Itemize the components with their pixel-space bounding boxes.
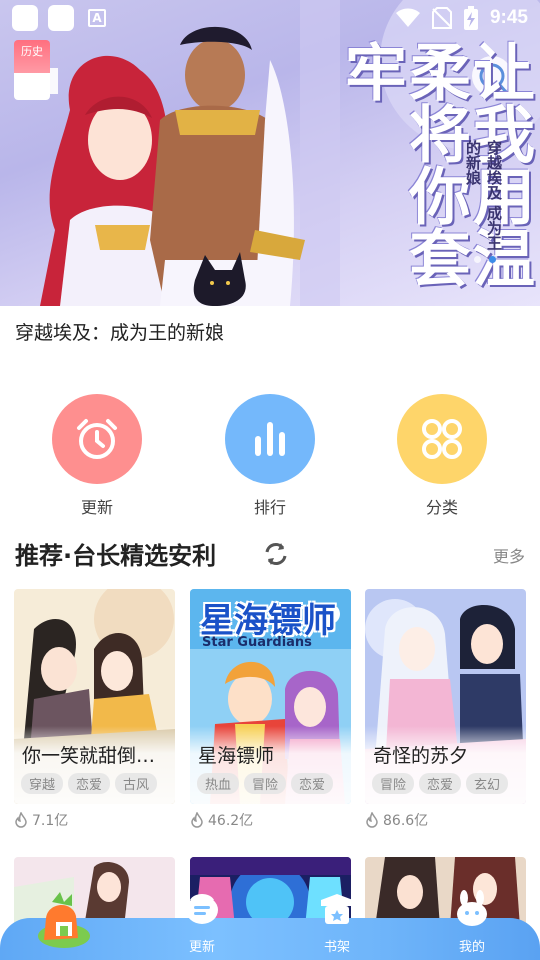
quick-item-label: 分类 [425, 498, 458, 517]
cover-subtitle-art: Star Guardians [202, 635, 312, 650]
battery-charging-icon [463, 6, 478, 30]
quick-item-ranking[interactable]: 排行 [220, 394, 320, 518]
bottom-navigation: 更新 书架 我的 [0, 890, 540, 960]
comic-card[interactable]: 星海镖师 Star Guardians 星海镖师 热血 冒险 恋爱 46.2亿 [190, 589, 351, 830]
carousel-indicator [474, 256, 496, 263]
genre-tag: 冒险 [244, 773, 287, 794]
grid-icon [397, 394, 487, 484]
heat-count: 86.6亿 [365, 810, 526, 830]
quick-item-category[interactable]: 分类 [392, 394, 492, 518]
carousel-dot [474, 256, 481, 263]
clock: 9:45 [489, 7, 528, 28]
status-bar: A 9:45 [0, 0, 540, 36]
carousel-dot-active [489, 256, 496, 263]
flame-icon [191, 812, 203, 828]
accessibility-icon: A [88, 9, 106, 27]
genre-tag: 玄幻 [466, 773, 509, 794]
heat-count: 46.2亿 [190, 810, 351, 830]
tag-list: 冒险 恋爱 玄幻 [372, 773, 509, 794]
more-link[interactable]: 更多 [493, 543, 525, 567]
comic-title: 星海镖师 [198, 745, 275, 767]
genre-tag: 穿越 [21, 773, 64, 794]
comic-cover: 奇怪的苏夕 冒险 恋爱 玄幻 [365, 589, 526, 804]
banner-caption[interactable]: 穿越埃及：成为王的新娘 [15, 318, 224, 345]
profile-icon [457, 890, 487, 926]
refresh-icon[interactable] [262, 540, 290, 568]
tag-list: 穿越 恋爱 古风 [21, 773, 158, 794]
quick-item-label: 更新 [80, 498, 113, 517]
genre-tag: 古风 [115, 773, 158, 794]
comic-title: 奇怪的苏夕 [373, 745, 469, 767]
banner-carousel[interactable]: 历史 让我用温柔将你套牢 穿越埃及 成为王的新娘 [0, 0, 540, 306]
heat-count: 7.1亿 [14, 810, 175, 830]
quick-item-label: 排行 [253, 498, 286, 517]
banner-subtitle: 穿越埃及 成为王的新娘 [464, 140, 503, 251]
comic-card[interactable]: 奇怪的苏夕 冒险 恋爱 玄幻 86.6亿 [365, 589, 526, 830]
heat-value: 86.6亿 [383, 813, 429, 829]
notification-icon [12, 5, 38, 31]
genre-tag: 恋爱 [419, 773, 462, 794]
comic-cover: 你一笑就甜倒… 穿越 恋爱 古风 [14, 589, 175, 804]
comic-title: 你一笑就甜倒… [22, 745, 156, 767]
section-title: 推荐·台长精选安利 [15, 542, 217, 570]
alarm-clock-icon [52, 394, 142, 484]
notification-icon [48, 5, 74, 31]
genre-tag: 恋爱 [68, 773, 111, 794]
wifi-icon [395, 8, 420, 27]
update-icon [186, 894, 218, 924]
bookshelf-icon [321, 894, 353, 924]
genre-tag: 热血 [197, 773, 240, 794]
flame-icon [366, 812, 378, 828]
genre-tag: 恋爱 [291, 773, 334, 794]
comic-cover: 星海镖师 Star Guardians 星海镖师 热血 冒险 恋爱 [190, 589, 351, 804]
genre-tag: 冒险 [372, 773, 415, 794]
history-tag[interactable]: 历史 [14, 40, 50, 100]
heat-value: 46.2亿 [208, 813, 254, 829]
no-sim-icon [431, 7, 452, 29]
home-icon [38, 892, 90, 948]
flame-icon [15, 812, 27, 828]
comic-card[interactable]: 你一笑就甜倒… 穿越 恋爱 古风 7.1亿 [14, 589, 175, 830]
quick-item-update[interactable]: 更新 [47, 394, 147, 518]
bar-chart-icon [225, 394, 315, 484]
tag-list: 热血 冒险 恋爱 [197, 773, 334, 794]
heat-value: 7.1亿 [32, 813, 69, 829]
